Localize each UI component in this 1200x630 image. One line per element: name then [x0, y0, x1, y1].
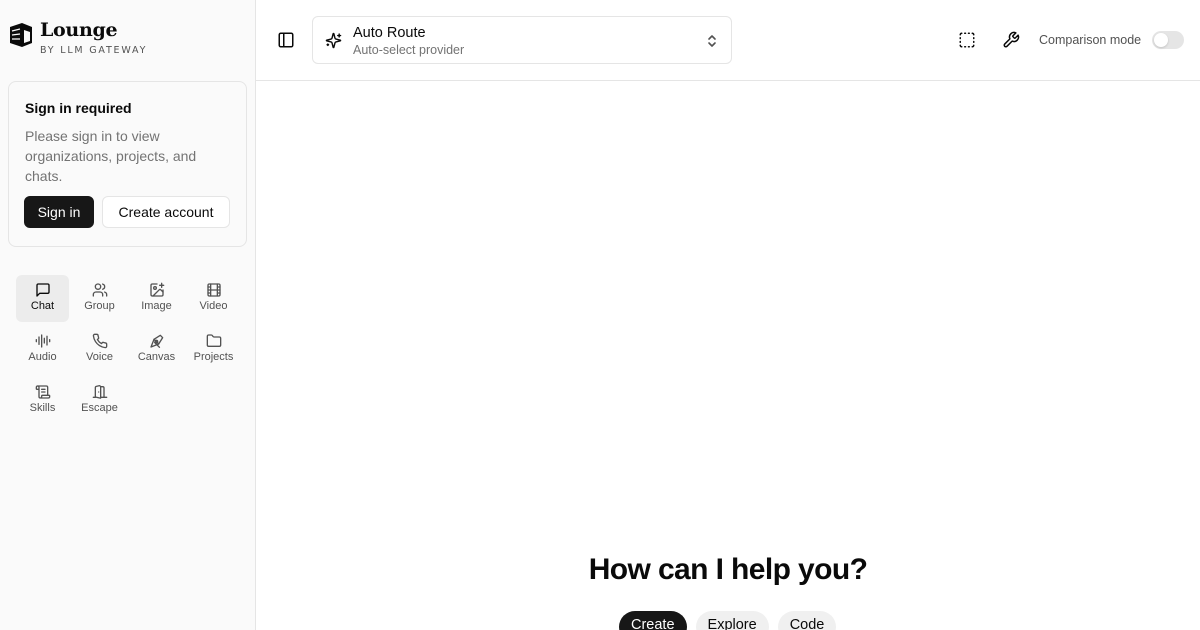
panel-left-icon[interactable]	[277, 31, 295, 49]
nav-label: Projects	[193, 351, 234, 363]
selection-frame-icon[interactable]	[958, 31, 976, 49]
signin-description: Please sign in to view organizations, pr…	[25, 128, 197, 184]
audio-lines-icon	[35, 334, 50, 348]
mode-nav: Chat Group Image Video Audio Voice Canva…	[16, 275, 240, 424]
nav-item-audio[interactable]: Audio	[16, 326, 69, 373]
brand-title: Lounge	[40, 19, 118, 41]
nav-item-group[interactable]: Group	[73, 275, 126, 322]
door-icon	[92, 385, 107, 399]
signin-title: Sign in required	[25, 100, 132, 116]
nav-item-chat[interactable]: Chat	[16, 275, 69, 322]
model-name: Auto Route	[353, 25, 426, 41]
nav-item-voice[interactable]: Voice	[73, 326, 126, 373]
create-account-button[interactable]: Create account	[102, 196, 230, 228]
chip-create[interactable]: Create	[619, 611, 687, 630]
nav-label: Skills	[29, 402, 56, 414]
nav-item-video[interactable]: Video	[187, 275, 240, 322]
nav-label: Group	[84, 300, 115, 312]
brand-subtitle: BY LLM GATEWAY	[40, 45, 148, 56]
nav-item-skills[interactable]: Skills	[16, 377, 69, 424]
folder-icon	[206, 334, 221, 347]
film-icon	[206, 283, 221, 297]
chip-code[interactable]: Code	[777, 611, 837, 630]
brand[interactable]: Lounge BY LLM GATEWAY	[8, 18, 147, 56]
nav-label: Canvas	[137, 351, 176, 363]
lounge-logo-icon	[10, 23, 32, 47]
toggle-knob	[1154, 33, 1168, 47]
sparkles-icon	[325, 32, 342, 49]
chevrons-up-down-icon	[708, 35, 716, 47]
prompt-category-chips: Create Explore Code	[619, 611, 837, 630]
sidebar: Lounge BY LLM GATEWAY Sign in required P…	[0, 0, 256, 630]
nav-label: Image	[141, 300, 172, 312]
nav-label: Escape	[81, 402, 118, 414]
signin-card: Sign in required Please sign in to view …	[8, 81, 247, 247]
nav-label: Audio	[28, 351, 57, 363]
nav-label: Chat	[30, 300, 55, 312]
image-plus-icon	[149, 282, 164, 297]
sign-in-button[interactable]: Sign in	[24, 196, 94, 228]
wrench-icon[interactable]	[1002, 31, 1020, 49]
chip-explore[interactable]: Explore	[695, 611, 769, 630]
comparison-mode-label: Comparison mode	[1039, 33, 1142, 47]
nav-item-projects[interactable]: Projects	[187, 326, 240, 373]
phone-icon	[92, 333, 107, 349]
nav-label: Voice	[86, 351, 113, 363]
scroll-icon	[35, 385, 50, 399]
message-square-icon	[35, 283, 50, 297]
nav-item-escape[interactable]: Escape	[73, 377, 126, 424]
top-header: Auto Route Auto-select provider Comparis…	[256, 0, 1200, 81]
nav-label: Video	[199, 300, 228, 312]
welcome-heading: How can I help you?	[588, 553, 868, 586]
pen-tool-icon	[149, 334, 163, 348]
comparison-mode-toggle[interactable]	[1152, 31, 1184, 49]
model-selector[interactable]: Auto Route Auto-select provider	[312, 16, 732, 64]
model-subtitle: Auto-select provider	[353, 43, 465, 57]
nav-item-canvas[interactable]: Canvas	[130, 326, 183, 373]
nav-item-image[interactable]: Image	[130, 275, 183, 322]
users-icon	[92, 283, 107, 297]
